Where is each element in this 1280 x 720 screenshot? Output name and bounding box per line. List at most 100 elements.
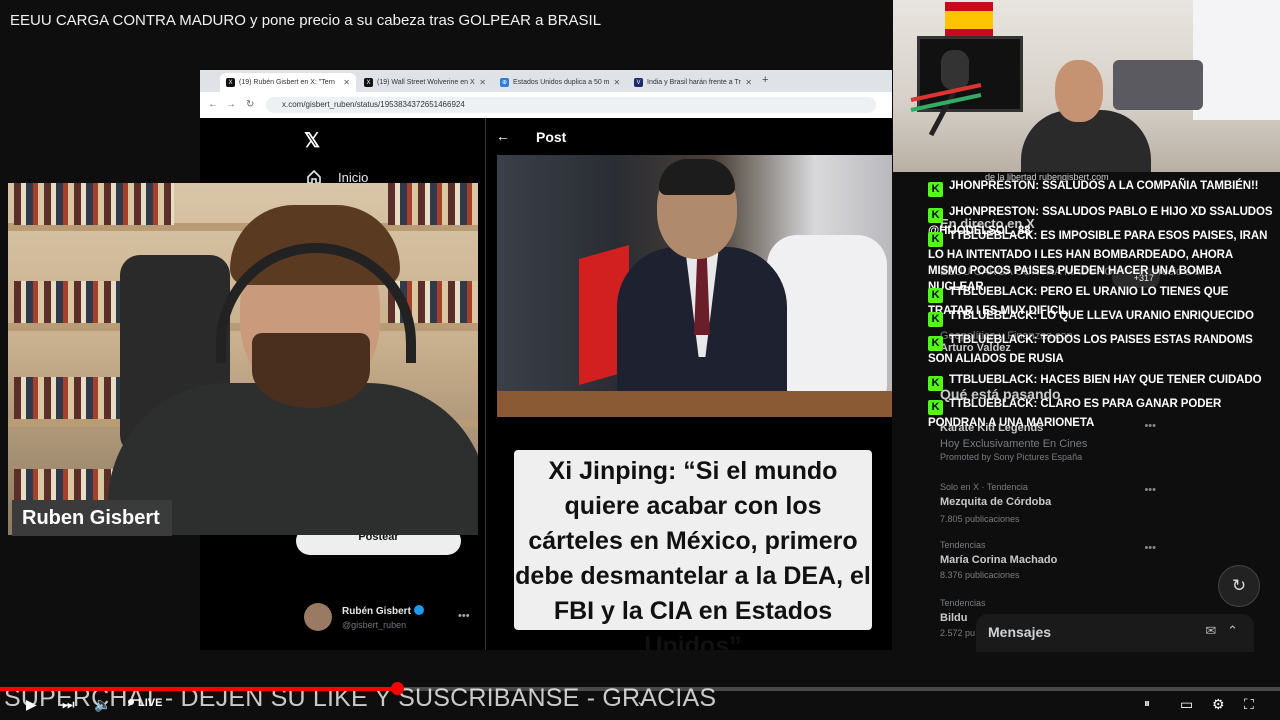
messages-icons: ✉ ⌃ — [1205, 623, 1238, 639]
close-icon[interactable]: ✕ — [614, 78, 621, 87]
more-icon[interactable]: ••• — [1144, 542, 1156, 554]
kick-badge-icon: K — [928, 400, 943, 415]
tab-strip: X (19) Rubén Gisbert en X: "Tern ✕ X (19… — [200, 70, 892, 92]
back-arrow-icon[interactable]: ← — [496, 128, 510, 144]
kick-badge-icon: K — [928, 312, 943, 327]
chat-text: LO QUE LLEVA URANIO ENRIQUECIDO — [1040, 310, 1254, 322]
trend-sub: Hoy Exclusivamente En Cines — [940, 438, 1088, 450]
chat-username[interactable]: JHONPRESTON — [949, 206, 1035, 218]
chat-message: K TTBLUEBLACK: CLARO ES PARA GANAR PODER … — [928, 396, 1273, 431]
address-bar: ← → ↻ x.com/gisbert_ruben/status/1953834… — [200, 92, 892, 118]
close-icon[interactable]: ✕ — [343, 78, 350, 87]
chat-username[interactable]: TTBLUEBLACK — [949, 398, 1034, 410]
trend-category: Solo en X · Tendencia — [940, 482, 1028, 492]
refresh-icon[interactable]: ↻ — [1218, 565, 1260, 607]
avatar[interactable] — [304, 603, 332, 631]
settings-gear-icon[interactable]: ⚙ — [1212, 696, 1225, 713]
chat-username[interactable]: TTBLUEBLACK — [949, 374, 1034, 386]
host-head — [1055, 60, 1103, 122]
quote-card: Xi Jinping: “Si el mundo quiere acabar c… — [514, 450, 872, 650]
trend-sub: 2.572 pu — [940, 628, 976, 638]
spain-flag — [945, 2, 993, 38]
guest-camera — [8, 183, 478, 535]
progress-knob[interactable] — [391, 682, 404, 695]
live-indicator[interactable]: LIVE — [128, 697, 162, 709]
post-photo[interactable] — [497, 155, 892, 417]
chat-text: SSALUDOS A LA COMPAÑIA TAMBIÉN!! — [1042, 180, 1259, 192]
trend-sub: 8.376 publicaciones — [940, 570, 1020, 580]
url-field[interactable]: x.com/gisbert_ruben/status/1953834372651… — [266, 97, 876, 113]
volume-icon[interactable]: 🔈 — [94, 696, 111, 713]
tab-label: India y Brasil harán frente a Tr — [647, 79, 741, 86]
new-tab-icon[interactable]: + — [762, 74, 768, 86]
back-icon[interactable]: ← — [208, 99, 218, 110]
trend-name[interactable]: María Corina Machado — [940, 554, 1057, 566]
tab-label: (19) Rubén Gisbert en X: "Tern — [239, 79, 335, 86]
post-header: Post — [536, 129, 567, 145]
chat-message: K JHONPRESTON: SSALUDOS A LA COMPAÑIA TAM… — [928, 178, 1273, 197]
more-icon[interactable]: ••• — [1144, 484, 1156, 496]
more-icon[interactable]: ••• — [458, 610, 470, 622]
subtitles-icon[interactable]: ▭ — [1180, 696, 1193, 713]
close-icon[interactable]: ✕ — [479, 78, 486, 87]
compose-message-icon[interactable]: ✉ — [1205, 623, 1216, 638]
kick-badge-icon: K — [928, 376, 943, 391]
progress-fill — [0, 687, 397, 691]
chat-message: K TTBLUEBLACK: TODOS LOS PAISES ESTAS RAN… — [928, 332, 1273, 367]
trend-category: Tendencias — [940, 540, 986, 550]
autoplay-toggle-icon[interactable]: ⏸ — [1144, 696, 1150, 711]
globe-favicon-icon: ⊕ — [500, 78, 509, 87]
x-favicon-icon: X — [364, 78, 373, 87]
chat-username[interactable]: TTBLUEBLACK — [949, 230, 1034, 242]
tab-item[interactable]: X (19) Rubén Gisbert en X: "Tern ✕ — [220, 73, 356, 92]
messages-drawer[interactable]: Mensajes ✉ ⌃ — [976, 614, 1254, 652]
figure-hair — [659, 159, 735, 195]
x-logo-icon[interactable]: 𝕏 — [304, 128, 320, 153]
kick-badge-icon: K — [928, 288, 943, 303]
desk-shape — [497, 391, 892, 417]
chevron-down-icon[interactable]: ⌄ — [636, 694, 646, 708]
account-handle: @gisbert_ruben — [342, 620, 407, 630]
messages-label: Mensajes — [988, 624, 1052, 640]
trend-category: Tendencias — [940, 598, 986, 608]
kick-badge-icon: K — [928, 208, 943, 223]
chevron-up-icon[interactable]: ⌃ — [1227, 623, 1238, 638]
x-favicon-icon: X — [226, 78, 235, 87]
tab-label: (19) Wall Street Wolverine en X — [377, 79, 475, 86]
books — [14, 183, 174, 225]
chat-username[interactable]: JHONPRESTON — [949, 180, 1035, 192]
kick-badge-icon: K — [928, 336, 943, 351]
bed-shape — [1113, 60, 1203, 110]
trend-promo: Promoted by Sony Pictures España — [940, 452, 1083, 462]
chat-message: K TTBLUEBLACK: LO QUE LLEVA URANIO ENRIQU… — [928, 308, 1273, 327]
reload-icon[interactable]: ↻ — [246, 99, 254, 110]
forward-icon[interactable]: → — [226, 99, 236, 110]
host-webcam — [893, 0, 1280, 172]
play-icon[interactable]: ▶ — [26, 696, 37, 713]
trend-name[interactable]: Mezquita de Córdoba — [940, 496, 1051, 508]
trend-name[interactable]: Bildu — [940, 612, 968, 624]
tab-item[interactable]: X (19) Wall Street Wolverine en X ✕ — [358, 73, 492, 92]
site-favicon-icon: V — [634, 78, 643, 87]
chat-username[interactable]: TTBLUEBLACK — [949, 334, 1034, 346]
chat-username[interactable]: TTBLUEBLACK — [949, 310, 1034, 322]
verified-icon — [413, 605, 424, 615]
chat-text: HACES BIEN HAY QUE TENER CUIDADO — [1040, 374, 1262, 386]
next-icon[interactable]: ⏭ — [62, 696, 75, 713]
trend-sub: 7.805 publicaciones — [940, 514, 1020, 524]
microphone-icon — [910, 50, 982, 137]
fullscreen-icon[interactable]: ⛶ — [1244, 696, 1254, 713]
tab-item[interactable]: V India y Brasil harán frente a Tr ✕ — [628, 73, 758, 92]
live-dot — [128, 699, 134, 705]
close-icon[interactable]: ✕ — [745, 78, 752, 87]
chat-message: K TTBLUEBLACK: HACES BIEN HAY QUE TENER C… — [928, 372, 1273, 391]
video-title: EEUU CARGA CONTRA MADURO y pone precio a… — [10, 12, 602, 29]
chat-username[interactable]: TTBLUEBLACK — [949, 286, 1034, 298]
name-tag: Ruben Gisbert — [12, 500, 172, 536]
tab-label: Estados Unidos duplica a 50 m — [513, 79, 610, 86]
window-shape — [1193, 0, 1280, 120]
kick-badge-icon: K — [928, 182, 943, 197]
account-name: Rubén Gisbert — [342, 605, 424, 617]
tab-item[interactable]: ⊕ Estados Unidos duplica a 50 m ✕ — [494, 73, 626, 92]
books — [388, 183, 478, 225]
